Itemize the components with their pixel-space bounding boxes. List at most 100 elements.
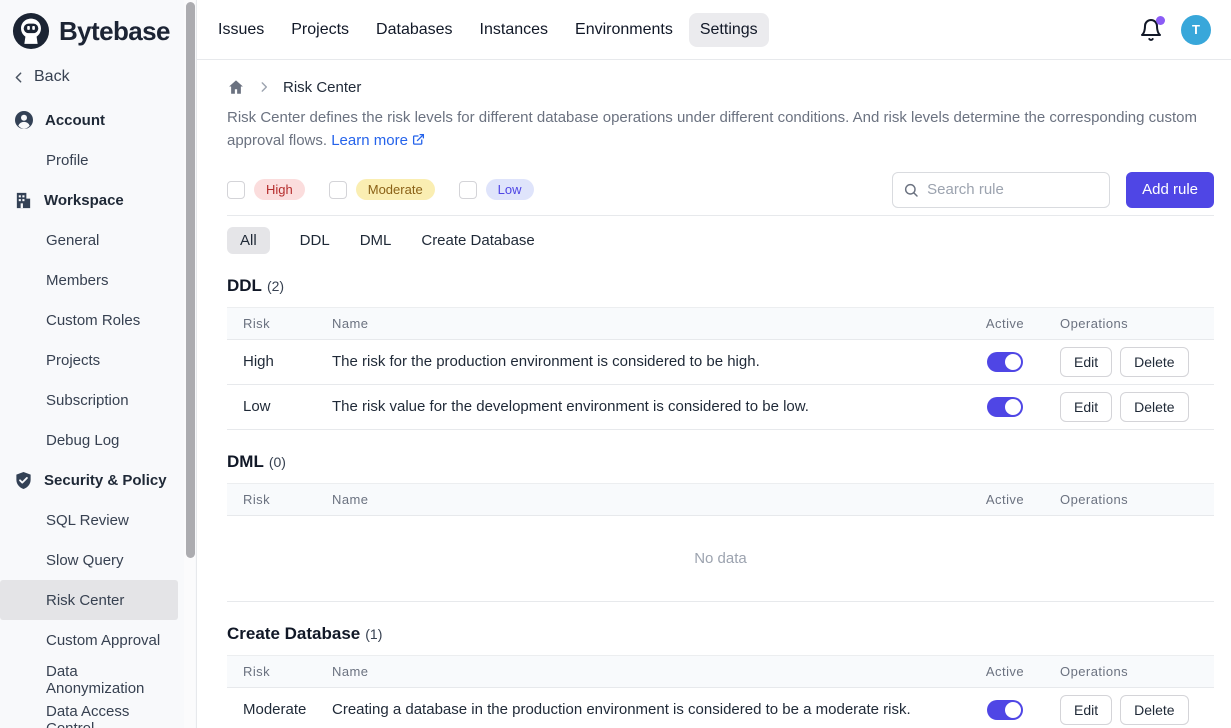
external-link-icon [412, 133, 425, 146]
name-cell: The risk value for the development envir… [332, 398, 950, 415]
nav-item-issues[interactable]: Issues [207, 13, 275, 47]
sidebar-item-risk-center[interactable]: Risk Center [0, 580, 178, 620]
sidebar-section-workspace: Workspace [0, 180, 196, 220]
dml-rules-table: Risk Name Active Operations No data [227, 483, 1214, 602]
search-box[interactable] [892, 172, 1110, 208]
toolbar-actions: Add rule [892, 172, 1214, 208]
sidebar-item-custom-roles[interactable]: Custom Roles [0, 300, 178, 340]
settings-sidebar: Bytebase Back Account Profile [0, 0, 197, 728]
low-checkbox[interactable] [459, 181, 477, 199]
active-toggle[interactable] [987, 397, 1023, 417]
nav-item-settings[interactable]: Settings [689, 13, 769, 47]
empty-state: No data [227, 516, 1214, 602]
filter-high[interactable]: High [227, 179, 305, 200]
moderate-badge: Moderate [356, 179, 435, 200]
shield-check-icon [14, 471, 33, 490]
user-circle-icon [14, 110, 34, 130]
back-button[interactable]: Back [0, 58, 196, 96]
chevron-right-icon [257, 80, 271, 94]
col-name: Name [332, 316, 950, 331]
filter-moderate[interactable]: Moderate [329, 179, 435, 200]
edit-button[interactable]: Edit [1060, 347, 1112, 377]
brand-logo[interactable]: Bytebase [0, 8, 196, 56]
section-count: (0) [269, 454, 286, 470]
notification-dot [1156, 16, 1165, 25]
sidebar-nav: Account Profile Workspace General [0, 96, 196, 728]
toolbar-divider [227, 215, 1214, 216]
section-name: DDL [227, 276, 262, 295]
primary-nav: Issues Projects Databases Instances Envi… [207, 13, 769, 47]
user-avatar[interactable]: T [1181, 15, 1211, 45]
col-active: Active [950, 316, 1060, 331]
chevron-left-icon [10, 69, 27, 86]
col-operations: Operations [1060, 492, 1214, 507]
sidebar-item-profile[interactable]: Profile [0, 140, 178, 180]
section-count: (1) [365, 626, 382, 642]
table-header-row: Risk Name Active Operations [227, 484, 1214, 516]
name-cell: Creating a database in the production en… [332, 701, 950, 718]
add-rule-button[interactable]: Add rule [1126, 172, 1214, 208]
search-input[interactable] [927, 181, 1099, 198]
tab-all[interactable]: All [227, 227, 270, 254]
moderate-checkbox[interactable] [329, 181, 347, 199]
col-active: Active [950, 664, 1060, 679]
filter-low[interactable]: Low [459, 179, 534, 200]
tab-dml[interactable]: DML [360, 227, 392, 254]
learn-more-link[interactable]: Learn more [331, 132, 425, 149]
sidebar-item-sql-review[interactable]: SQL Review [0, 500, 178, 540]
nav-item-environments[interactable]: Environments [564, 13, 684, 47]
app-window: Bytebase Back Account Profile [0, 0, 1231, 728]
nav-item-instances[interactable]: Instances [469, 13, 559, 47]
delete-button[interactable]: Delete [1120, 695, 1188, 725]
high-checkbox[interactable] [227, 181, 245, 199]
delete-button[interactable]: Delete [1120, 392, 1188, 422]
col-operations: Operations [1060, 316, 1214, 331]
main-panel: Issues Projects Databases Instances Envi… [197, 0, 1231, 728]
risk-cell: Low [243, 398, 332, 415]
active-toggle[interactable] [987, 352, 1023, 372]
risk-level-filters: High Moderate Low [227, 179, 534, 200]
breadcrumb-current: Risk Center [283, 79, 361, 96]
topbar-right-cluster: T [1139, 15, 1211, 45]
sidebar-item-members[interactable]: Members [0, 260, 178, 300]
notification-bell-icon[interactable] [1139, 18, 1163, 42]
delete-button[interactable]: Delete [1120, 347, 1188, 377]
sidebar-item-general[interactable]: General [0, 220, 178, 260]
risk-cell: High [243, 353, 332, 370]
risk-cell: Moderate [243, 701, 332, 718]
col-risk: Risk [243, 664, 332, 679]
brand-name: Bytebase [59, 16, 170, 47]
section-count: (2) [267, 278, 284, 294]
sidebar-item-data-access-control[interactable]: Data Access Control [0, 700, 178, 728]
section-title-dml: DML (0) [227, 452, 1214, 472]
learn-more-label: Learn more [331, 132, 408, 149]
sidebar-item-debug-log[interactable]: Debug Log [0, 420, 178, 460]
section-title-create-database: Create Database(1) [227, 624, 1214, 644]
page-description: Risk Center defines the risk levels for … [227, 107, 1211, 153]
table-header-row: Risk Name Active Operations [227, 656, 1214, 688]
tab-ddl[interactable]: DDL [300, 227, 330, 254]
edit-button[interactable]: Edit [1060, 392, 1112, 422]
ddl-rules-table: Risk Name Active Operations High The ris… [227, 307, 1214, 430]
table-row: Low The risk value for the development e… [227, 385, 1214, 430]
table-header-row: Risk Name Active Operations [227, 308, 1214, 340]
create-database-rules-table: Risk Name Active Operations Moderate Cre… [227, 655, 1214, 728]
nav-item-databases[interactable]: Databases [365, 13, 464, 47]
tab-create-database[interactable]: Create Database [421, 227, 534, 254]
category-tabs: All DDL DML Create Database [227, 227, 1214, 254]
sidebar-item-custom-approval[interactable]: Custom Approval [0, 620, 178, 660]
section-name: DML [227, 452, 264, 471]
sidebar-item-data-anonymization[interactable]: Data Anonymization [0, 660, 178, 700]
sidebar-scrollbar-thumb[interactable] [186, 2, 195, 558]
sidebar-section-label: Account [45, 112, 105, 129]
search-icon [903, 182, 919, 198]
edit-button[interactable]: Edit [1060, 695, 1112, 725]
sidebar-section-security-policy: Security & Policy [0, 460, 196, 500]
active-toggle[interactable] [987, 700, 1023, 720]
home-icon[interactable] [227, 78, 245, 96]
high-badge: High [254, 179, 305, 200]
sidebar-item-slow-query[interactable]: Slow Query [0, 540, 178, 580]
sidebar-item-subscription[interactable]: Subscription [0, 380, 178, 420]
sidebar-item-projects[interactable]: Projects [0, 340, 178, 380]
nav-item-projects[interactable]: Projects [280, 13, 360, 47]
